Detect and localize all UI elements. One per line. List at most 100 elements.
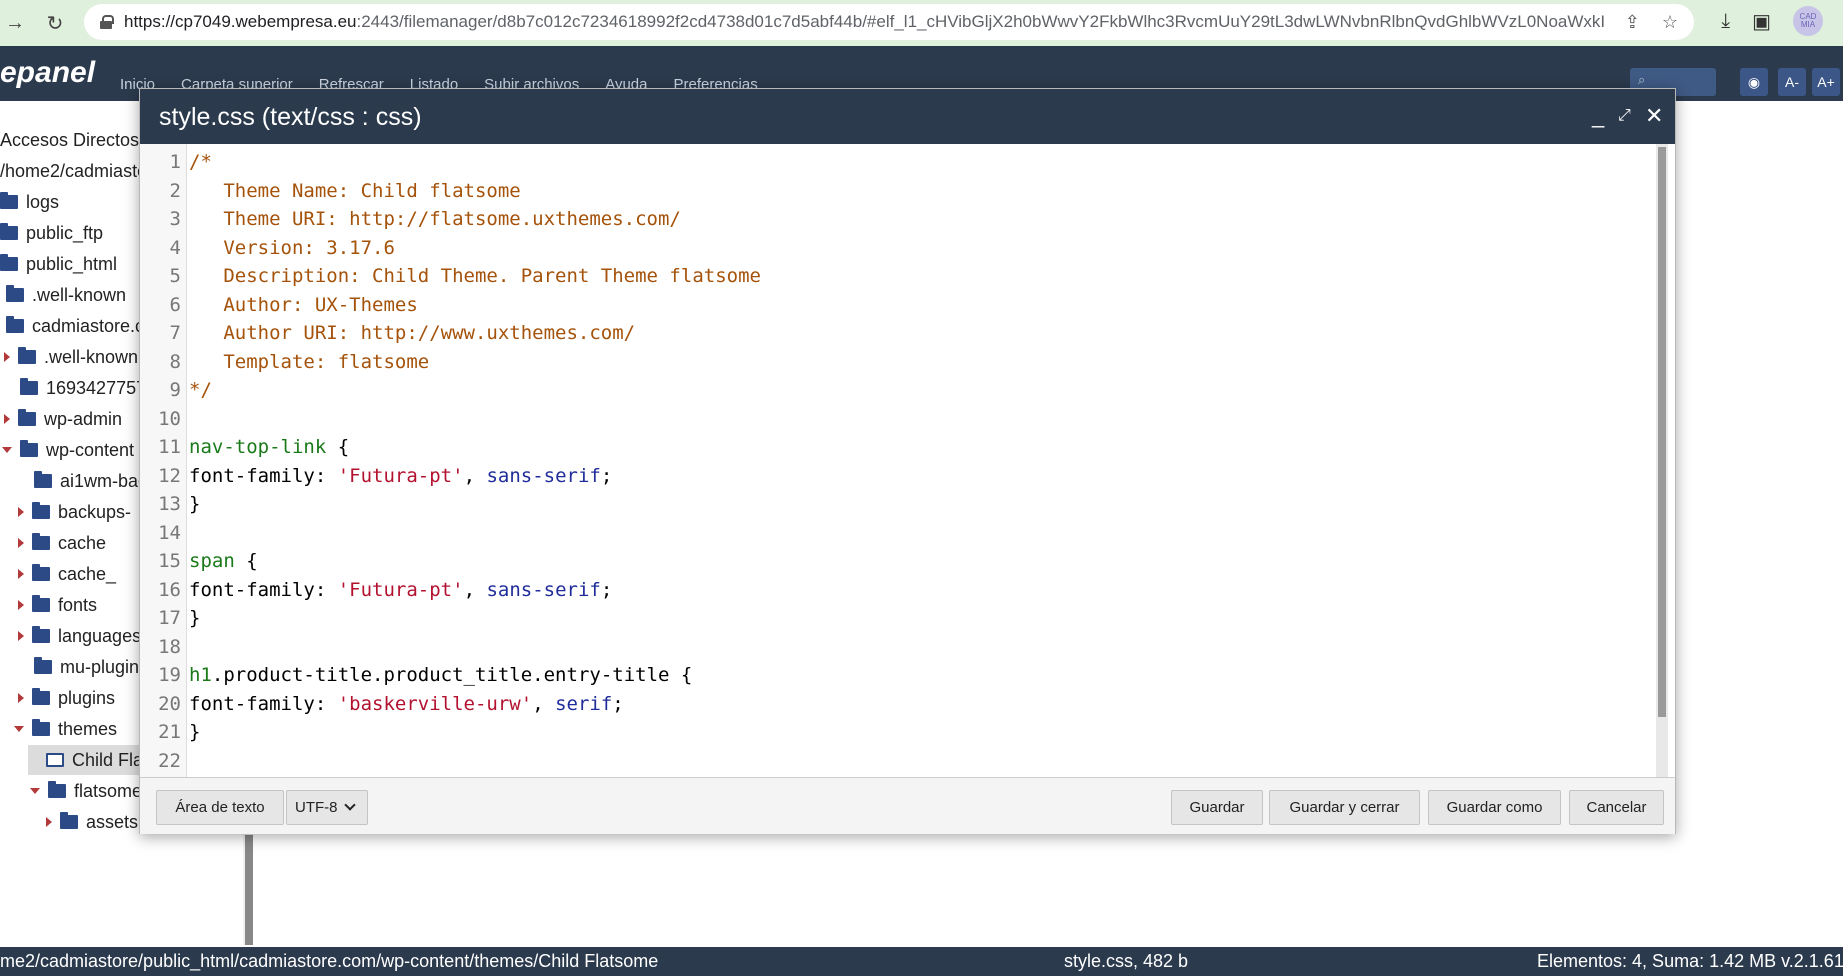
reload-icon[interactable]: ↻: [40, 8, 70, 38]
tree-item-mu-plugins[interactable]: mu-plugins: [34, 652, 148, 682]
tree-item-logs[interactable]: logs: [0, 187, 59, 217]
expand-icon[interactable]: [46, 817, 52, 827]
encoding-select[interactable]: UTF-8: [286, 790, 368, 825]
code-text: /*: [189, 151, 212, 173]
textarea-mode-button[interactable]: Área de texto: [156, 790, 284, 825]
tree-item-themes[interactable]: themes: [14, 714, 117, 744]
line-number: 9: [169, 379, 181, 401]
folder-icon: [32, 688, 50, 705]
code-line[interactable]: 1 /*: [140, 148, 1650, 177]
save-close-button[interactable]: Guardar y cerrar: [1269, 790, 1420, 825]
code-line[interactable]: 13}: [140, 490, 1650, 519]
code-text: Author: UX-Themes: [189, 293, 418, 316]
editor-scroll-thumb[interactable]: [1658, 147, 1666, 717]
tree-item-fonts[interactable]: fonts: [18, 590, 97, 620]
expand-icon[interactable]: [18, 600, 24, 610]
line-number: 10: [158, 407, 181, 430]
tree-item-public-html[interactable]: public_html: [0, 249, 117, 279]
font-decrease-button[interactable]: A-: [1778, 68, 1806, 96]
code-line[interactable]: 11 nav-top-link {: [140, 433, 1650, 462]
editor-dialog: style.css (text/css : css) _ ⤢ ✕ 1 /* 2 Th…: [139, 88, 1676, 834]
folder-icon: [34, 657, 52, 674]
tree-item-accesos[interactable]: Accesos Directos: [0, 125, 139, 155]
close-icon[interactable]: ✕: [1645, 103, 1663, 129]
code-text: nav-top-link {: [189, 436, 350, 458]
tree-item-1693427757[interactable]: 1693427757: [20, 373, 146, 403]
sidebar-scroll-thumb[interactable]: [245, 835, 253, 945]
tree-item-well-known-2[interactable]: .well-known: [4, 342, 138, 372]
code-line[interactable]: 4 Version: 3.17.6: [140, 234, 1650, 263]
code-line[interactable]: 2 Theme Name: Child flatsome: [140, 177, 1650, 206]
line-number: 20: [158, 692, 181, 715]
eye-icon[interactable]: ◉: [1740, 68, 1768, 96]
tree-item-backups[interactable]: backups-: [18, 497, 131, 527]
code-line[interactable]: 16 font-family: 'Futura-pt', sans-serif;: [140, 576, 1650, 605]
code-line[interactable]: 20 font-family: 'baskerville-urw', serif;: [140, 690, 1650, 719]
save-as-button[interactable]: Guardar como: [1428, 790, 1561, 825]
line-number: 8: [169, 350, 181, 373]
expand-icon[interactable]: [18, 507, 24, 517]
tree-item-wp-admin[interactable]: wp-admin: [4, 404, 122, 434]
tree-item-assets[interactable]: assets: [46, 807, 138, 837]
code-line[interactable]: 22: [140, 747, 1650, 776]
code-line[interactable]: 15 span {: [140, 547, 1650, 576]
collapse-icon[interactable]: [14, 726, 24, 732]
tree-item-cache-underscore[interactable]: cache_: [18, 559, 116, 589]
folder-icon: [32, 595, 50, 612]
expand-icon[interactable]: [18, 631, 24, 641]
tree-item-languages[interactable]: languages: [18, 621, 141, 651]
expand-icon[interactable]: [18, 693, 24, 703]
code-line[interactable]: 17}: [140, 604, 1650, 633]
search-icon: ⌕: [1638, 72, 1646, 87]
code-line[interactable]: 8 Template: flatsome: [140, 348, 1650, 377]
tree-item-public-ftp[interactable]: public_ftp: [0, 218, 103, 248]
code-line[interactable]: 5 Description: Child Theme. Parent Theme…: [140, 262, 1650, 291]
folder-icon: [34, 471, 52, 488]
star-icon[interactable]: ☆: [1662, 12, 1678, 33]
tree-item-cache[interactable]: cache: [18, 528, 106, 558]
code-line[interactable]: 12 font-family: 'Futura-pt', sans-serif;: [140, 462, 1650, 491]
tree-item-well-known[interactable]: .well-known: [6, 280, 126, 310]
expand-icon[interactable]: [18, 569, 24, 579]
tree-item-flatsome[interactable]: flatsome: [30, 776, 142, 806]
code-text: font-family: 'Futura-pt', sans-serif;: [189, 464, 613, 487]
status-summary: Elementos: 4, Suma: 1.42 MB v.2.1.61g: [1537, 951, 1843, 971]
code-line[interactable]: 3 Theme URI: http://flatsome.uxthemes.co…: [140, 205, 1650, 234]
line-number: 2: [169, 179, 181, 202]
code-line[interactable]: 7 Author URI: http://www.uxthemes.com/: [140, 319, 1650, 348]
code-line[interactable]: 9 */: [140, 376, 1650, 405]
line-number: 17: [158, 607, 181, 629]
code-line[interactable]: 18: [140, 633, 1650, 662]
address-bar[interactable]: https://cp7049.webempresa.eu:2443/filema…: [84, 4, 1694, 40]
share-icon[interactable]: ⇪: [1625, 12, 1640, 33]
folder-icon: [32, 564, 50, 581]
expand-icon[interactable]: [4, 414, 10, 424]
code-editor[interactable]: 1/* 2 Theme Name: Child flatsome 3 Theme U…: [140, 144, 1656, 777]
code-line[interactable]: 10: [140, 405, 1650, 434]
sidepanel-icon[interactable]: ▣: [1752, 9, 1771, 34]
save-button[interactable]: Guardar: [1171, 790, 1263, 825]
font-increase-button[interactable]: A+: [1812, 68, 1840, 96]
folder-icon: [0, 223, 18, 240]
forward-icon[interactable]: →: [0, 8, 30, 38]
minimize-icon[interactable]: _: [1592, 103, 1604, 129]
cancel-button[interactable]: Cancelar: [1569, 790, 1664, 825]
collapse-icon[interactable]: [30, 788, 40, 794]
code-line[interactable]: 6 Author: UX-Themes: [140, 291, 1650, 320]
code-line[interactable]: 14: [140, 519, 1650, 548]
line-number: 13: [158, 493, 181, 515]
line-number: 4: [169, 236, 181, 259]
expand-icon[interactable]: [18, 538, 24, 548]
maximize-icon[interactable]: ⤢: [1618, 107, 1631, 125]
line-number: 16: [158, 578, 181, 601]
tree-item-plugins[interactable]: plugins: [18, 683, 115, 713]
expand-icon[interactable]: [4, 352, 10, 362]
avatar[interactable]: CAD MIA: [1793, 6, 1823, 36]
code-text: h1.product-title.product_title.entry-tit…: [189, 664, 693, 686]
line-number: 22: [158, 749, 181, 772]
collapse-icon[interactable]: [2, 447, 12, 453]
code-line[interactable]: 19 h1.product-title.product_title.entry-t…: [140, 661, 1650, 690]
code-line[interactable]: 21}: [140, 718, 1650, 747]
download-icon[interactable]: ⤓: [1721, 10, 1730, 33]
tree-item-wp-content[interactable]: wp-content: [2, 435, 134, 465]
